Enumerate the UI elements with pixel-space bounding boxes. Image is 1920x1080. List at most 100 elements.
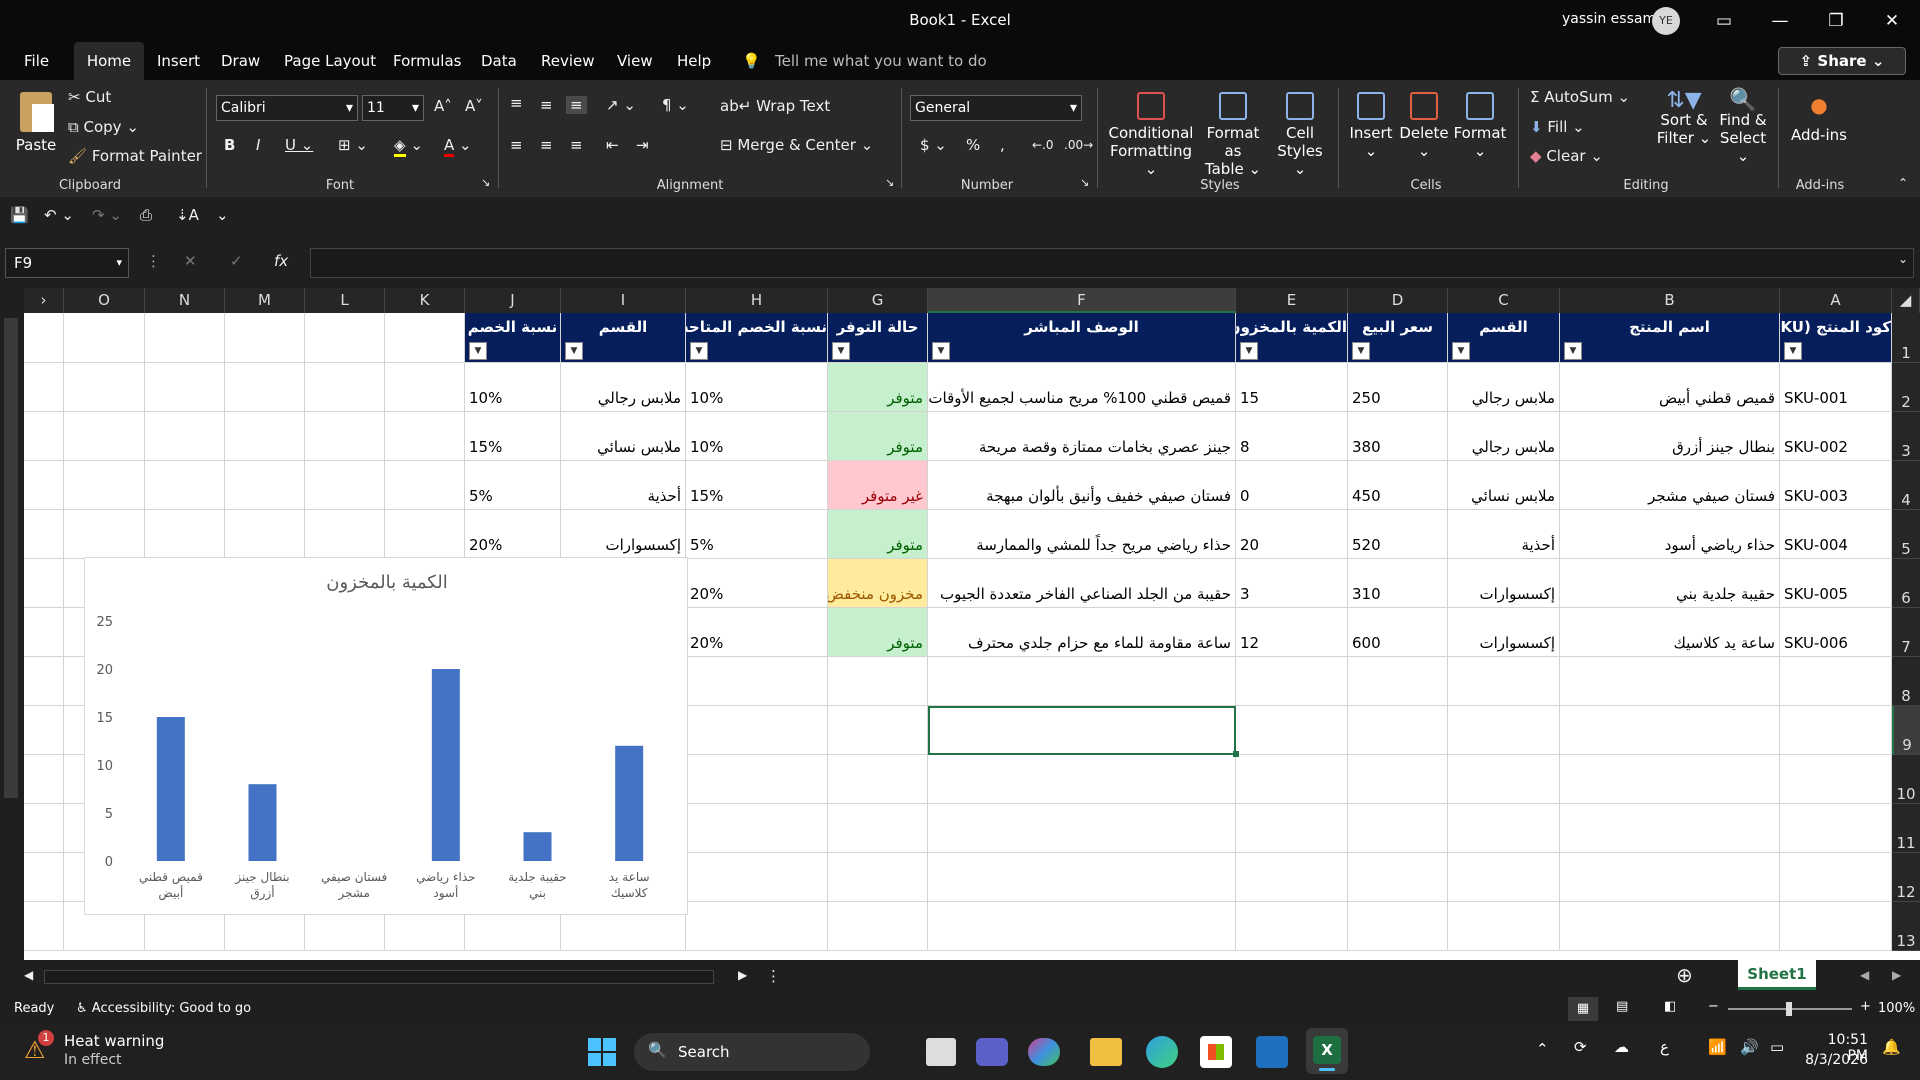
tab-next-icon[interactable]: ▶: [1892, 968, 1901, 982]
cell-c11[interactable]: [1448, 804, 1560, 853]
cell-h5[interactable]: 5%: [686, 510, 828, 559]
header-cell-f[interactable]: الوصف المباشر ▼: [928, 313, 1236, 363]
cell-d10[interactable]: [1348, 755, 1448, 804]
fill-button[interactable]: ⬇ Fill ⌄: [1530, 118, 1585, 136]
cell-partial-9[interactable]: [24, 706, 64, 755]
cell-a13[interactable]: [1780, 902, 1892, 951]
weather-title[interactable]: Heat warning: [64, 1032, 164, 1050]
cell-partial-2[interactable]: [24, 363, 64, 412]
alignment-dialog-icon[interactable]: ↘: [885, 176, 894, 189]
tray-overflow-icon[interactable]: ⌃: [1536, 1040, 1549, 1058]
format-cells-button[interactable]: Format ⌄: [1452, 92, 1508, 160]
cell-o2[interactable]: [64, 363, 145, 412]
row-header-5[interactable]: 5: [1892, 510, 1920, 559]
clock-date[interactable]: 8/3/2026: [1800, 1052, 1868, 1068]
cell-i2[interactable]: ملابس رجالي: [561, 363, 686, 412]
user-name[interactable]: yassin essam: [1562, 11, 1656, 27]
cell-b12[interactable]: [1560, 853, 1780, 902]
cell-m4[interactable]: [225, 461, 305, 510]
windows-start-icon[interactable]: [586, 1036, 618, 1068]
cell-b13[interactable]: [1560, 902, 1780, 951]
cell-b6[interactable]: حقيبة جلدية بني: [1560, 559, 1780, 608]
column-header-m[interactable]: M: [225, 288, 305, 313]
cell-l2[interactable]: [305, 363, 385, 412]
column-header-b[interactable]: B: [1560, 288, 1780, 313]
orientation-icon[interactable]: ↗ ⌄: [606, 96, 636, 114]
cell-h3[interactable]: 10%: [686, 412, 828, 461]
increase-decimal-icon[interactable]: ←.0: [1032, 138, 1054, 152]
cell-c10[interactable]: [1448, 755, 1560, 804]
clear-button[interactable]: ◆ Clear ⌄: [1530, 147, 1603, 165]
cell-g3[interactable]: متوفر: [828, 412, 928, 461]
filter-dropdown-icon[interactable]: ▼: [932, 342, 950, 360]
cell-c5[interactable]: أحذية: [1448, 510, 1560, 559]
stock-quantity-chart[interactable]: الكمية بالمخزون 0 5 10 15 20 25 قميص قطني أبيض بن…: [84, 557, 688, 915]
redo-icon[interactable]: ↷ ⌄: [92, 206, 122, 224]
cell-k5[interactable]: [385, 510, 465, 559]
cell-partial-1[interactable]: [24, 313, 64, 363]
cell-c9[interactable]: [1448, 706, 1560, 755]
cell-d5[interactable]: 520: [1348, 510, 1448, 559]
cell-k3[interactable]: [385, 412, 465, 461]
tab-prev-icon[interactable]: ◀: [1860, 968, 1869, 982]
cell-g5[interactable]: متوفر: [828, 510, 928, 559]
excel-taskbar-button[interactable]: X: [1306, 1028, 1348, 1074]
worksheet-grid[interactable]: A B C D E F G H I J K L M N O › ◢ 1 2 3 4 5 6 7 8 9 10 11 12 13 كود ال…: [0, 288, 1920, 960]
cell-partial-10[interactable]: [24, 755, 64, 804]
cell-m1[interactable]: [225, 313, 305, 363]
notifications-icon[interactable]: 🔔: [1882, 1038, 1901, 1056]
format-painter-button[interactable]: 🖌 Format Painter: [68, 147, 202, 165]
row-header-10[interactable]: 10: [1892, 755, 1920, 804]
column-header-g[interactable]: G: [828, 288, 928, 313]
row-header-1[interactable]: 1: [1892, 313, 1920, 363]
row-header-8[interactable]: 8: [1892, 657, 1920, 706]
cell-m5[interactable]: [225, 510, 305, 559]
wrap-text-button[interactable]: ab↵ Wrap Text: [720, 97, 830, 115]
zoom-slider[interactable]: [1728, 1002, 1852, 1016]
cell-g6[interactable]: مخزون منخفض: [828, 559, 928, 608]
cell-d11[interactable]: [1348, 804, 1448, 853]
avatar[interactable]: YE: [1652, 7, 1680, 35]
cell-h11[interactable]: [686, 804, 828, 853]
cell-j5[interactable]: 20%: [465, 510, 561, 559]
number-format-dropdown[interactable]: General ▾: [910, 95, 1082, 121]
cell-h7[interactable]: 20%: [686, 608, 828, 657]
cell-d8[interactable]: [1348, 657, 1448, 706]
cell-partial-7[interactable]: [24, 608, 64, 657]
cell-a12[interactable]: [1780, 853, 1892, 902]
insert-cells-button[interactable]: Insert ⌄: [1346, 92, 1396, 160]
cell-k2[interactable]: [385, 363, 465, 412]
cell-g8[interactable]: [828, 657, 928, 706]
cell-c2[interactable]: ملابس رجالي: [1448, 363, 1560, 412]
cell-c3[interactable]: ملابس رجالي: [1448, 412, 1560, 461]
more-icon[interactable]: ⋮: [146, 252, 161, 270]
cell-a10[interactable]: [1780, 755, 1892, 804]
tab-file[interactable]: File: [24, 52, 49, 70]
undo-icon[interactable]: ↶ ⌄: [44, 206, 74, 224]
cell-d9[interactable]: [1348, 706, 1448, 755]
cell-g2[interactable]: متوفر: [828, 363, 928, 412]
filter-dropdown-icon[interactable]: ▼: [832, 342, 850, 360]
align-top-icon[interactable]: ≡: [510, 94, 523, 112]
language-indicator[interactable]: ع: [1660, 1038, 1669, 1056]
decrease-font-icon[interactable]: A˅: [465, 97, 483, 115]
column-header-l[interactable]: L: [305, 288, 385, 313]
cell-f2[interactable]: قميص قطني 100% مريح مناسب لجميع الأوقات: [928, 363, 1236, 412]
cell-styles-button[interactable]: Cell Styles ⌄: [1270, 92, 1330, 178]
row-header-12[interactable]: 12: [1892, 853, 1920, 902]
cell-partial-11[interactable]: [24, 804, 64, 853]
cell-f6[interactable]: حقيبة من الجلد الصناعي الفاخر متعددة الج…: [928, 559, 1236, 608]
header-cell-i[interactable]: القسم ▼: [561, 313, 686, 363]
task-view-icon[interactable]: [926, 1038, 956, 1066]
print-preview-icon[interactable]: ⎙: [140, 206, 152, 224]
cell-g4[interactable]: غير متوفر: [828, 461, 928, 510]
merge-center-button[interactable]: ⊟ Merge & Center ⌄: [720, 136, 873, 154]
normal-view-icon[interactable]: ▦: [1568, 997, 1598, 1021]
find-select-button[interactable]: 🔍 Find & Select ⌄: [1712, 90, 1774, 166]
zoom-out-icon[interactable]: −: [1708, 999, 1719, 1014]
column-header-a[interactable]: A: [1780, 288, 1892, 313]
cell-f8[interactable]: [928, 657, 1236, 706]
cell-l3[interactable]: [305, 412, 385, 461]
cell-a5[interactable]: SKU-004: [1780, 510, 1892, 559]
cell-g12[interactable]: [828, 853, 928, 902]
